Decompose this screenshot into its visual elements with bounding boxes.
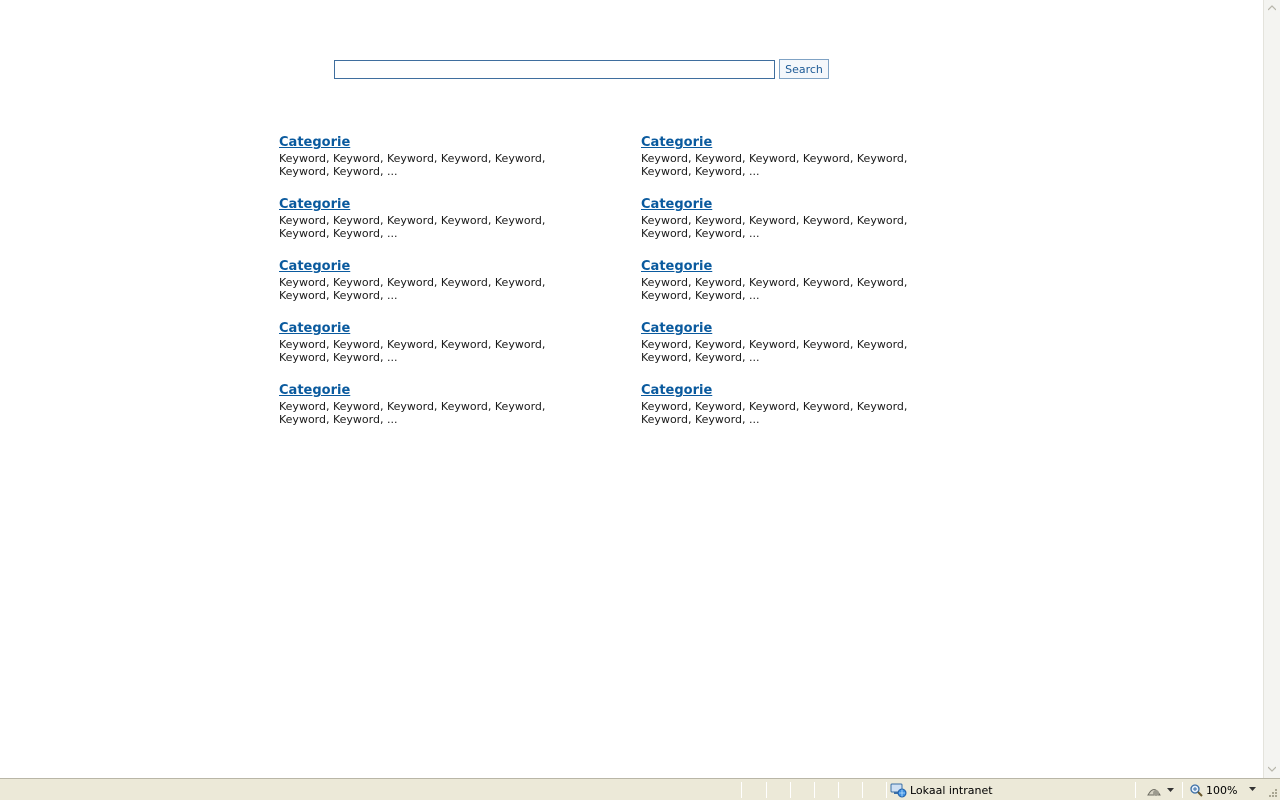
category-keywords: Keyword, Keyword, Keyword, Keyword, Keyw… — [641, 152, 908, 178]
status-divider — [741, 782, 742, 798]
security-zone[interactable]: Lokaal intranet — [890, 781, 993, 799]
vertical-scrollbar[interactable] — [1263, 0, 1280, 778]
status-divider — [838, 782, 839, 798]
category-item: Categorie Keyword, Keyword, Keyword, Key… — [279, 197, 579, 247]
category-link[interactable]: Categorie — [279, 197, 579, 213]
scroll-up-button[interactable] — [1264, 0, 1280, 17]
category-keywords: Keyword, Keyword, Keyword, Keyword, Keyw… — [279, 338, 546, 364]
zone-label: Lokaal intranet — [910, 783, 993, 797]
magnifier-icon — [1190, 783, 1203, 797]
category-link[interactable]: Categorie — [641, 259, 941, 275]
protected-mode-icon — [1147, 789, 1161, 796]
category-item: Categorie Keyword, Keyword, Keyword, Key… — [641, 383, 941, 433]
category-item: Categorie Keyword, Keyword, Keyword, Key… — [641, 259, 941, 309]
status-divider — [862, 782, 863, 798]
browser-content-area: Search Categorie Keyword, Keyword, Keywo… — [0, 0, 1263, 778]
status-divider — [1182, 782, 1183, 798]
status-divider — [886, 782, 887, 798]
status-divider — [814, 782, 815, 798]
category-item: Categorie Keyword, Keyword, Keyword, Key… — [279, 383, 579, 433]
category-link[interactable]: Categorie — [641, 383, 941, 399]
category-keywords: Keyword, Keyword, Keyword, Keyword, Keyw… — [279, 276, 546, 302]
category-keywords: Keyword, Keyword, Keyword, Keyword, Keyw… — [641, 338, 908, 364]
chevron-up-icon — [1268, 5, 1276, 11]
search-input[interactable] — [334, 60, 775, 79]
category-keywords: Keyword, Keyword, Keyword, Keyword, Keyw… — [279, 400, 546, 426]
search-button[interactable]: Search — [779, 59, 829, 79]
category-link[interactable]: Categorie — [641, 197, 941, 213]
dropdown-arrow-icon — [1167, 788, 1174, 792]
zoom-dropdown-icon[interactable] — [1249, 787, 1256, 791]
intranet-globe-icon — [890, 783, 907, 798]
scroll-down-button[interactable] — [1264, 761, 1280, 778]
resize-grip-icon[interactable] — [1267, 787, 1278, 798]
category-item: Categorie Keyword, Keyword, Keyword, Key… — [279, 321, 579, 371]
status-divider — [766, 782, 767, 798]
category-item: Categorie Keyword, Keyword, Keyword, Key… — [641, 321, 941, 371]
category-keywords: Keyword, Keyword, Keyword, Keyword, Keyw… — [641, 400, 908, 426]
category-item: Categorie Keyword, Keyword, Keyword, Key… — [641, 197, 941, 247]
status-divider — [790, 782, 791, 798]
zoom-level: 100% — [1206, 783, 1238, 797]
category-link[interactable]: Categorie — [279, 135, 579, 151]
category-item: Categorie Keyword, Keyword, Keyword, Key… — [641, 135, 941, 185]
category-item: Categorie Keyword, Keyword, Keyword, Key… — [279, 135, 579, 185]
protected-mode-button[interactable] — [1145, 782, 1175, 798]
category-link[interactable]: Categorie — [641, 135, 941, 151]
category-link[interactable]: Categorie — [641, 321, 941, 337]
category-link[interactable]: Categorie — [279, 383, 579, 399]
category-keywords: Keyword, Keyword, Keyword, Keyword, Keyw… — [641, 214, 908, 240]
status-divider — [1135, 782, 1136, 798]
category-item: Categorie Keyword, Keyword, Keyword, Key… — [279, 259, 579, 309]
category-link[interactable]: Categorie — [279, 259, 579, 275]
zoom-control[interactable]: 100% — [1190, 781, 1237, 799]
category-keywords: Keyword, Keyword, Keyword, Keyword, Keyw… — [279, 152, 546, 178]
category-keywords: Keyword, Keyword, Keyword, Keyword, Keyw… — [641, 276, 908, 302]
category-keywords: Keyword, Keyword, Keyword, Keyword, Keyw… — [279, 214, 546, 240]
category-link[interactable]: Categorie — [279, 321, 579, 337]
status-bar: Lokaal intranet 100% — [0, 778, 1280, 800]
chevron-down-icon — [1268, 766, 1276, 772]
